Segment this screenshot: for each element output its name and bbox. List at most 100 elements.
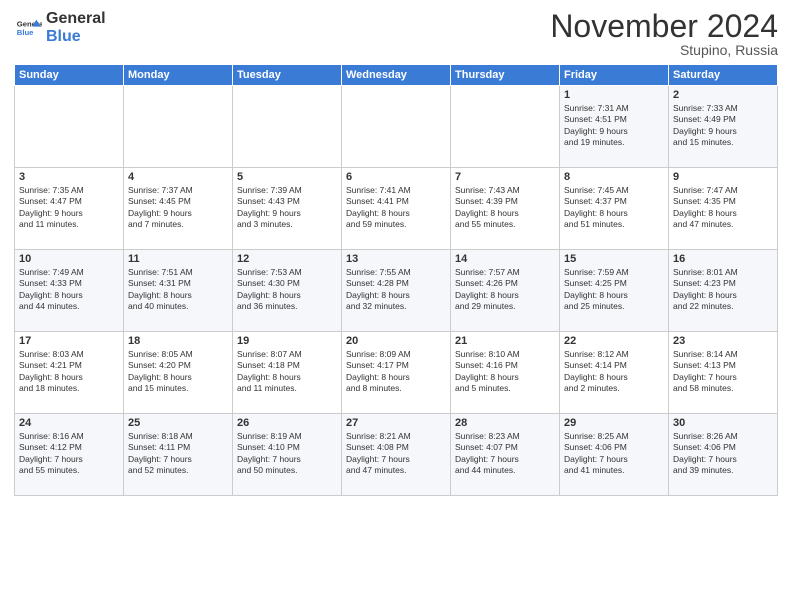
day-number: 20	[346, 335, 446, 347]
week-row-4: 24 Sunrise: 8:16 AM Sunset: 4:12 PM Dayli…	[15, 414, 778, 496]
day-info: Sunrise: 8:03 AM Sunset: 4:21 PM Dayligh…	[19, 349, 119, 395]
calendar-cell: 23 Sunrise: 8:14 AM Sunset: 4:13 PM Dayli…	[669, 332, 778, 414]
day-number: 22	[564, 335, 664, 347]
location: Stupino, Russia	[550, 42, 778, 58]
header: General Blue General Blue November 2024 …	[14, 10, 778, 58]
day-number: 9	[673, 171, 773, 183]
calendar-cell	[342, 86, 451, 168]
day-number: 18	[128, 335, 228, 347]
calendar-cell: 8 Sunrise: 7:45 AM Sunset: 4:37 PM Daylig…	[560, 168, 669, 250]
calendar-cell: 4 Sunrise: 7:37 AM Sunset: 4:45 PM Daylig…	[124, 168, 233, 250]
day-info: Sunrise: 7:53 AM Sunset: 4:30 PM Dayligh…	[237, 267, 337, 313]
day-number: 27	[346, 417, 446, 429]
calendar-cell: 11Sunrise: 7:51 AM Sunset: 4:31 PM Dayli…	[124, 250, 233, 332]
day-number: 17	[19, 335, 119, 347]
day-number: 23	[673, 335, 773, 347]
calendar-cell: 19Sunrise: 8:07 AM Sunset: 4:18 PM Dayli…	[233, 332, 342, 414]
day-info: Sunrise: 7:49 AM Sunset: 4:33 PM Dayligh…	[19, 267, 119, 313]
calendar-cell	[451, 86, 560, 168]
day-header-wednesday: Wednesday	[342, 65, 451, 86]
week-row-2: 10 Sunrise: 7:49 AM Sunset: 4:33 PM Dayli…	[15, 250, 778, 332]
day-number: 29	[564, 417, 664, 429]
day-number: 28	[455, 417, 555, 429]
day-header-monday: Monday	[124, 65, 233, 86]
calendar-cell	[233, 86, 342, 168]
day-info: Sunrise: 8:21 AM Sunset: 4:08 PM Dayligh…	[346, 431, 446, 477]
calendar-cell: 27 Sunrise: 8:21 AM Sunset: 4:08 PM Dayli…	[342, 414, 451, 496]
day-info: Sunrise: 8:18 AM Sunset: 4:11 PM Dayligh…	[128, 431, 228, 477]
day-header-sunday: Sunday	[15, 65, 124, 86]
day-info: Sunrise: 8:26 AM Sunset: 4:06 PM Dayligh…	[673, 431, 773, 477]
day-info: Sunrise: 7:47 AM Sunset: 4:35 PM Dayligh…	[673, 185, 773, 231]
header-row: SundayMondayTuesdayWednesdayThursdayFrid…	[15, 65, 778, 86]
day-number: 8	[564, 171, 664, 183]
day-info: Sunrise: 7:39 AM Sunset: 4:43 PM Dayligh…	[237, 185, 337, 231]
day-number: 21	[455, 335, 555, 347]
calendar-cell: 10 Sunrise: 7:49 AM Sunset: 4:33 PM Dayli…	[15, 250, 124, 332]
day-number: 2	[673, 89, 773, 101]
logo-icon: General Blue	[14, 14, 42, 42]
logo: General Blue General Blue	[14, 10, 106, 45]
calendar-cell: 1Sunrise: 7:31 AM Sunset: 4:51 PM Daylig…	[560, 86, 669, 168]
day-number: 7	[455, 171, 555, 183]
calendar-cell: 20 Sunrise: 8:09 AM Sunset: 4:17 PM Dayli…	[342, 332, 451, 414]
day-header-thursday: Thursday	[451, 65, 560, 86]
day-info: Sunrise: 7:57 AM Sunset: 4:26 PM Dayligh…	[455, 267, 555, 313]
day-info: Sunrise: 8:12 AM Sunset: 4:14 PM Dayligh…	[564, 349, 664, 395]
page: General Blue General Blue November 2024 …	[0, 0, 792, 612]
day-number: 16	[673, 253, 773, 265]
day-number: 13	[346, 253, 446, 265]
day-info: Sunrise: 7:31 AM Sunset: 4:51 PM Dayligh…	[564, 103, 664, 149]
calendar-cell: 21 Sunrise: 8:10 AM Sunset: 4:16 PM Dayli…	[451, 332, 560, 414]
calendar-cell: 26Sunrise: 8:19 AM Sunset: 4:10 PM Dayli…	[233, 414, 342, 496]
calendar-cell: 7 Sunrise: 7:43 AM Sunset: 4:39 PM Daylig…	[451, 168, 560, 250]
logo-text: General Blue	[46, 10, 106, 45]
day-info: Sunrise: 8:10 AM Sunset: 4:16 PM Dayligh…	[455, 349, 555, 395]
day-number: 6	[346, 171, 446, 183]
calendar-table: SundayMondayTuesdayWednesdayThursdayFrid…	[14, 64, 778, 496]
title-block: November 2024 Stupino, Russia	[550, 10, 778, 58]
day-info: Sunrise: 7:55 AM Sunset: 4:28 PM Dayligh…	[346, 267, 446, 313]
calendar-cell: 18 Sunrise: 8:05 AM Sunset: 4:20 PM Dayli…	[124, 332, 233, 414]
calendar-cell: 29 Sunrise: 8:25 AM Sunset: 4:06 PM Dayli…	[560, 414, 669, 496]
day-info: Sunrise: 7:33 AM Sunset: 4:49 PM Dayligh…	[673, 103, 773, 149]
day-info: Sunrise: 8:09 AM Sunset: 4:17 PM Dayligh…	[346, 349, 446, 395]
day-number: 26	[237, 417, 337, 429]
month-title: November 2024	[550, 10, 778, 42]
week-row-1: 3Sunrise: 7:35 AM Sunset: 4:47 PM Daylig…	[15, 168, 778, 250]
day-number: 10	[19, 253, 119, 265]
day-number: 4	[128, 171, 228, 183]
week-row-0: 1Sunrise: 7:31 AM Sunset: 4:51 PM Daylig…	[15, 86, 778, 168]
day-info: Sunrise: 8:05 AM Sunset: 4:20 PM Dayligh…	[128, 349, 228, 395]
week-row-3: 17 Sunrise: 8:03 AM Sunset: 4:21 PM Dayli…	[15, 332, 778, 414]
day-number: 15	[564, 253, 664, 265]
day-header-saturday: Saturday	[669, 65, 778, 86]
day-number: 24	[19, 417, 119, 429]
day-info: Sunrise: 7:43 AM Sunset: 4:39 PM Dayligh…	[455, 185, 555, 231]
day-info: Sunrise: 8:25 AM Sunset: 4:06 PM Dayligh…	[564, 431, 664, 477]
day-info: Sunrise: 7:37 AM Sunset: 4:45 PM Dayligh…	[128, 185, 228, 231]
day-number: 14	[455, 253, 555, 265]
calendar-cell: 22 Sunrise: 8:12 AM Sunset: 4:14 PM Dayli…	[560, 332, 669, 414]
day-header-tuesday: Tuesday	[233, 65, 342, 86]
day-number: 11	[128, 253, 228, 265]
day-number: 12	[237, 253, 337, 265]
calendar-cell: 12 Sunrise: 7:53 AM Sunset: 4:30 PM Dayli…	[233, 250, 342, 332]
calendar-cell: 2 Sunrise: 7:33 AM Sunset: 4:49 PM Daylig…	[669, 86, 778, 168]
calendar-cell: 9 Sunrise: 7:47 AM Sunset: 4:35 PM Daylig…	[669, 168, 778, 250]
calendar-cell	[124, 86, 233, 168]
calendar-cell: 15Sunrise: 7:59 AM Sunset: 4:25 PM Dayli…	[560, 250, 669, 332]
calendar-cell: 5Sunrise: 7:39 AM Sunset: 4:43 PM Daylig…	[233, 168, 342, 250]
day-number: 19	[237, 335, 337, 347]
day-info: Sunrise: 7:45 AM Sunset: 4:37 PM Dayligh…	[564, 185, 664, 231]
day-info: Sunrise: 8:16 AM Sunset: 4:12 PM Dayligh…	[19, 431, 119, 477]
calendar-cell: 17 Sunrise: 8:03 AM Sunset: 4:21 PM Dayli…	[15, 332, 124, 414]
day-info: Sunrise: 8:23 AM Sunset: 4:07 PM Dayligh…	[455, 431, 555, 477]
calendar-cell: 6Sunrise: 7:41 AM Sunset: 4:41 PM Daylig…	[342, 168, 451, 250]
calendar-cell	[15, 86, 124, 168]
calendar-cell: 28 Sunrise: 8:23 AM Sunset: 4:07 PM Dayli…	[451, 414, 560, 496]
calendar-cell: 16Sunrise: 8:01 AM Sunset: 4:23 PM Dayli…	[669, 250, 778, 332]
calendar-cell: 14 Sunrise: 7:57 AM Sunset: 4:26 PM Dayli…	[451, 250, 560, 332]
day-number: 3	[19, 171, 119, 183]
day-info: Sunrise: 8:14 AM Sunset: 4:13 PM Dayligh…	[673, 349, 773, 395]
